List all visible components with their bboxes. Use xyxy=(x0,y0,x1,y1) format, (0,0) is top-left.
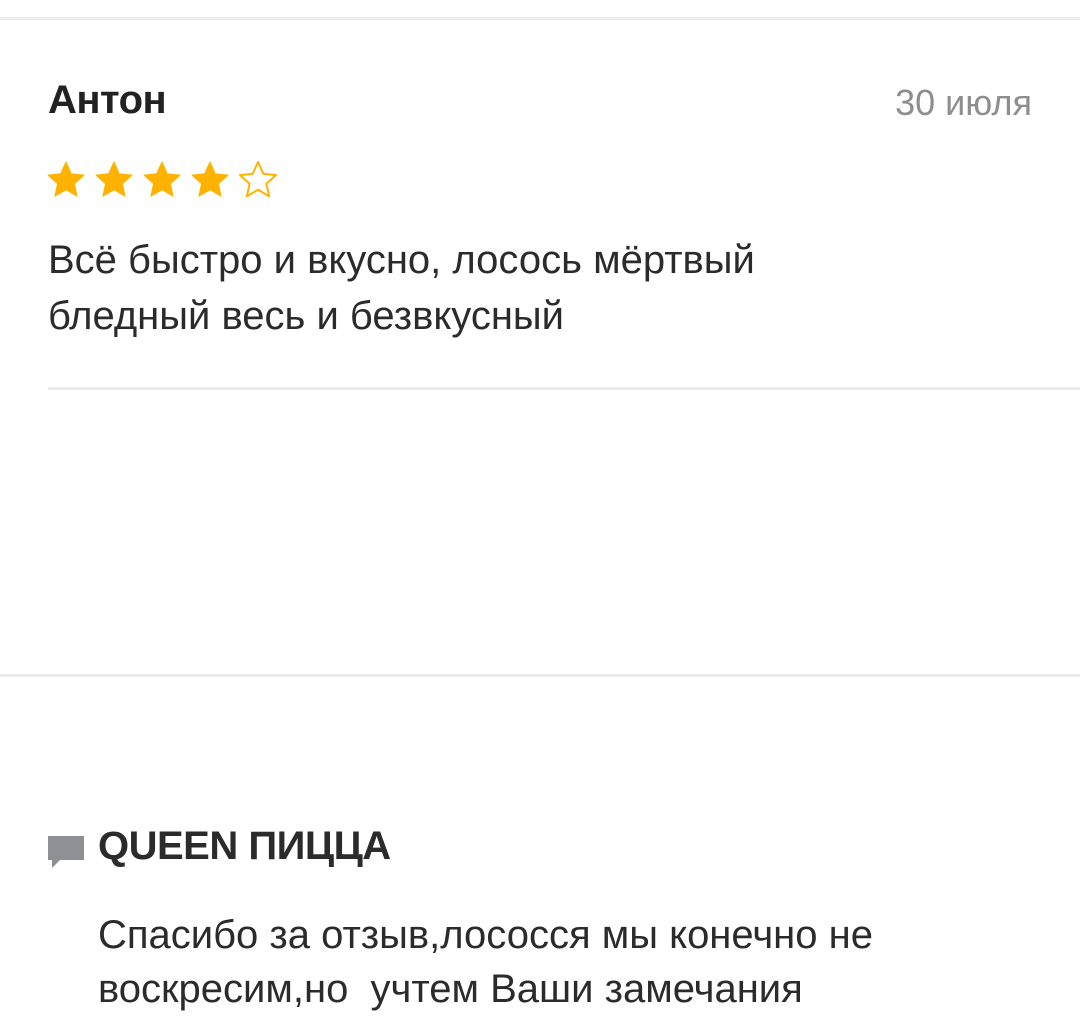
star-filled-icon xyxy=(143,161,181,197)
owner-reply: QUEEN ПИЦЦА Спасибо за отзыв,лососся мы … xyxy=(0,390,1080,1011)
star-filled-icon xyxy=(191,161,229,197)
review-card: Антон 30 июля Всё быстро и вкусно, лосос… xyxy=(0,0,1080,390)
review-author: Антон xyxy=(48,78,167,122)
star-empty-icon xyxy=(239,161,277,198)
reply-text: Спасибо за отзыв,лососся мы конечно не в… xyxy=(98,913,873,1011)
review-date: 30 июля xyxy=(895,82,1032,123)
bottom-divider xyxy=(0,674,1080,677)
reply-author: QUEEN ПИЦЦА xyxy=(98,824,391,868)
review-text: Всё быстро и вкусно, лосось мёртвый блед… xyxy=(48,238,755,338)
star-filled-icon xyxy=(47,161,85,197)
comment-icon xyxy=(48,836,84,868)
star-filled-icon xyxy=(95,161,133,197)
rating-stars xyxy=(46,160,278,200)
